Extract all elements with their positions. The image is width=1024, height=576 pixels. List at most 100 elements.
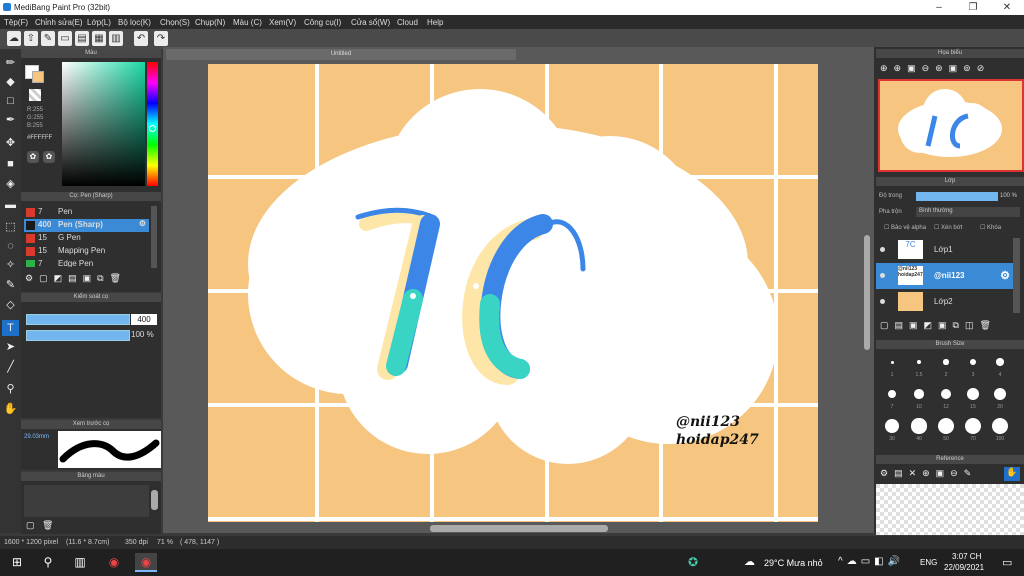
lasso-tool-icon[interactable]: ◌: [2, 238, 19, 254]
protect-alpha-checkbox[interactable]: ☐ Bảo vệ alpha: [884, 224, 926, 231]
brush-size-option[interactable]: 15: [960, 384, 986, 414]
brush-size-option[interactable]: 10: [906, 384, 932, 414]
reference-canvas[interactable]: [876, 484, 1024, 535]
notification-icon[interactable]: ▭: [1002, 556, 1012, 569]
close-button[interactable]: ✕: [990, 0, 1024, 15]
minimize-button[interactable]: –: [922, 0, 956, 15]
menu-view[interactable]: Xem(V): [269, 18, 296, 27]
undo-icon[interactable]: ↶: [134, 31, 148, 46]
windows-start-icon[interactable]: ⊞: [6, 553, 28, 572]
canvas-vertical-scrollbar[interactable]: [864, 235, 870, 350]
weather-text[interactable]: 29°C Mưa nhỏ: [764, 558, 823, 568]
hand-icon[interactable]: ✋: [1004, 467, 1020, 481]
menu-filter[interactable]: Bộ lọc(K): [118, 18, 151, 27]
transparent-swatch[interactable]: [29, 89, 41, 101]
chrome-icon[interactable]: ◉: [103, 553, 125, 572]
clipping-checkbox[interactable]: ☐ Xén bớt: [934, 224, 962, 231]
pen-tool-icon[interactable]: ✒: [2, 112, 19, 128]
menu-edit[interactable]: Chỉnh sửa(E): [35, 18, 83, 27]
panel-icon[interactable]: ▤: [75, 31, 89, 46]
document-tab[interactable]: Untitled: [166, 49, 516, 60]
brush-size-value[interactable]: 400: [131, 314, 157, 325]
layer-opacity-slider[interactable]: [916, 192, 998, 201]
layer-row[interactable]: Lớp2: [876, 289, 1011, 315]
menu-file[interactable]: Tệp(F): [4, 18, 28, 27]
layer-actions[interactable]: ▢▤▣◩▣⧉◫🗑: [880, 320, 997, 331]
grid-icon[interactable]: ▦: [92, 31, 106, 46]
lock-checkbox[interactable]: ☐ Khóa: [980, 224, 1001, 231]
move-tool-icon[interactable]: ✥: [2, 135, 19, 151]
palette-icon[interactable]: ✿: [27, 151, 39, 163]
clock-date[interactable]: 22/09/2021: [944, 563, 984, 572]
brush-size-option[interactable]: 4: [987, 352, 1013, 382]
brush-size-option[interactable]: 7: [879, 384, 905, 414]
brush-size-grid[interactable]: 1 1.5 2 3 4 7 10 12 15 20 30 40 50 70 100: [879, 352, 1021, 450]
drawing-canvas[interactable]: @nii123 hoidap247: [208, 64, 818, 522]
blend-mode-select[interactable]: Bình thường: [916, 207, 1020, 217]
magic-wand-icon[interactable]: ✧: [2, 257, 19, 273]
brush-size-option[interactable]: 20: [987, 384, 1013, 414]
hue-handle[interactable]: [149, 125, 156, 132]
reference-tools[interactable]: ⚙▤✕⊕▣⊖✎: [880, 468, 977, 479]
cloud-icon[interactable]: ☁: [7, 31, 21, 46]
gradient-tool-icon[interactable]: ▬: [2, 197, 19, 213]
color-picker-icon[interactable]: ✿: [43, 151, 55, 163]
menu-select[interactable]: Chọn(S): [160, 18, 190, 27]
fill-rect-icon[interactable]: ■: [2, 156, 19, 172]
hand-tool-icon[interactable]: ✋: [2, 401, 19, 417]
menu-help[interactable]: Help: [427, 18, 443, 27]
brush-size-option[interactable]: 1: [879, 352, 905, 382]
caption-icon[interactable]: ▭: [58, 31, 72, 46]
menu-cloud[interactable]: Cloud: [397, 18, 418, 27]
layout-icon[interactable]: ▥: [109, 31, 123, 46]
text-tool-icon[interactable]: T: [2, 320, 19, 336]
brush-row[interactable]: 7 Pen: [24, 206, 149, 219]
navigator-thumbnail[interactable]: [878, 79, 1024, 172]
navigator-zoom-controls[interactable]: ⊕⊕▣⊖⊛▣⊚⊘: [880, 63, 990, 74]
hue-slider[interactable]: [147, 62, 158, 186]
gear-icon[interactable]: ⚙: [139, 219, 146, 228]
layer-row-selected[interactable]: @nii123 hoidap247 @nii123 ⚙: [876, 263, 1014, 289]
brush-tool-icon[interactable]: ✏: [2, 55, 19, 71]
brush-size-option[interactable]: 2: [933, 352, 959, 382]
eyedropper-icon[interactable]: ⚲: [2, 381, 19, 397]
eraser-tool-icon[interactable]: ◆: [2, 74, 19, 90]
brush-size-option[interactable]: 40: [906, 416, 932, 446]
saturation-value-field[interactable]: [62, 62, 145, 186]
divide-tool-icon[interactable]: ╱: [2, 359, 19, 375]
brush-size-option[interactable]: 30: [879, 416, 905, 446]
brush-size-option[interactable]: 3: [960, 352, 986, 382]
task-view-icon[interactable]: ▥: [69, 553, 91, 572]
layer-row[interactable]: 7C Lớp1: [876, 237, 1011, 263]
eye-icon[interactable]: [880, 299, 885, 304]
comment-icon[interactable]: ✎: [41, 31, 55, 46]
palette-swatches[interactable]: [24, 485, 149, 517]
operation-tool-icon[interactable]: ➤: [2, 339, 19, 355]
brush-list-scrollbar[interactable]: [151, 206, 157, 268]
secondary-color-swatch[interactable]: [32, 71, 44, 83]
new-palette-icon[interactable]: ▢: [26, 520, 35, 531]
gear-icon[interactable]: ⚙: [1000, 269, 1010, 282]
brush-size-option[interactable]: 50: [933, 416, 959, 446]
share-icon[interactable]: ⇧: [24, 31, 38, 46]
layer-list-scrollbar[interactable]: [1013, 238, 1020, 313]
brush-size-option[interactable]: 12: [933, 384, 959, 414]
brush-size-option[interactable]: 70: [960, 416, 986, 446]
menu-color[interactable]: Màu (C): [233, 18, 262, 27]
select-rect-icon[interactable]: ⬚: [2, 219, 19, 235]
menu-snap[interactable]: Chụp(N): [195, 18, 225, 27]
redo-icon[interactable]: ↷: [154, 31, 168, 46]
eye-icon[interactable]: [880, 273, 885, 278]
brush-size-option[interactable]: 100: [987, 416, 1013, 446]
app-tray-icon[interactable]: ✪: [682, 553, 704, 572]
brush-opacity-slider[interactable]: [26, 330, 130, 341]
clock-time[interactable]: 3:07 CH: [952, 552, 981, 561]
language-indicator[interactable]: ENG: [920, 558, 937, 567]
dot-tool-icon[interactable]: □: [2, 93, 19, 109]
brush-size-option[interactable]: 1.5: [906, 352, 932, 382]
menu-layer[interactable]: Lớp(L): [87, 18, 111, 27]
bucket-tool-icon[interactable]: ◈: [2, 176, 19, 192]
system-tray-icons[interactable]: ^☁▭◧🔊: [838, 556, 904, 567]
medibang-icon[interactable]: ◉: [135, 553, 157, 572]
maximize-button[interactable]: ❐: [956, 0, 990, 15]
